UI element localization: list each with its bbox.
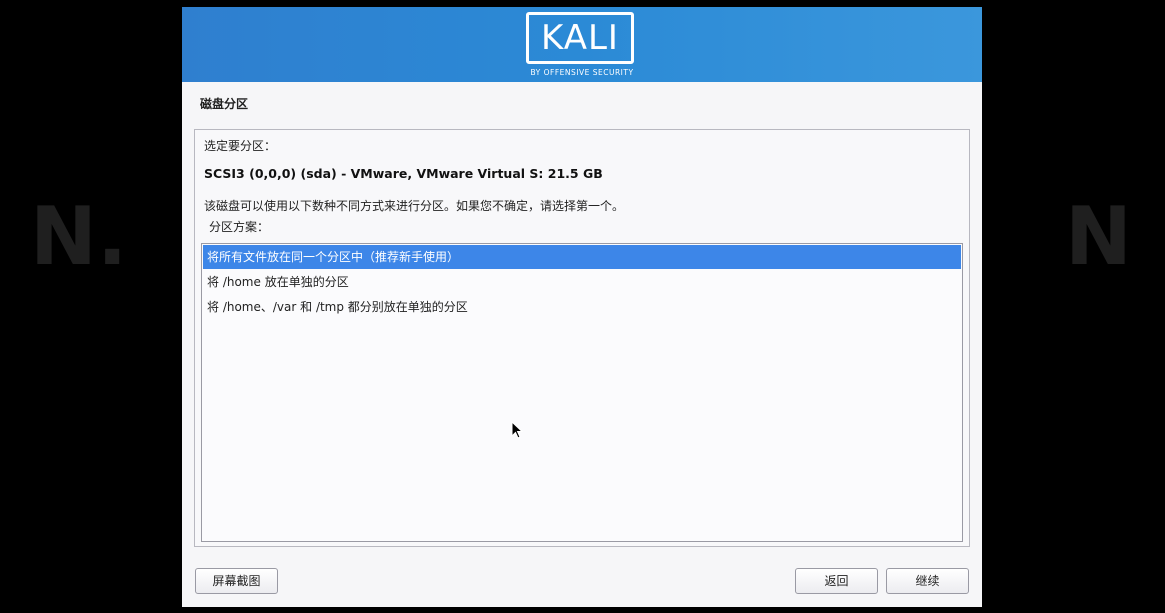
partition-panel: 选定要分区： SCSI3 (0,0,0) (sda) - VMware, VMw… bbox=[194, 129, 970, 547]
mouse-cursor-icon bbox=[511, 421, 523, 439]
page-title: 磁盘分区 bbox=[200, 97, 249, 111]
kali-logo: KALI bbox=[526, 12, 634, 64]
description-text: 该磁盘可以使用以下数种不同方式来进行分区。如果您不确定，请选择第一个。 bbox=[204, 199, 625, 213]
scheme-label: 分区方案： bbox=[209, 220, 270, 234]
screenshot-button[interactable]: 屏幕截图 bbox=[195, 568, 278, 594]
watermark-left: N. bbox=[30, 190, 128, 283]
scheme-option-all-in-one[interactable]: 将所有文件放在同一个分区中（推荐新手使用） bbox=[203, 245, 961, 269]
kali-logo-subtitle: BY OFFENSIVE SECURITY bbox=[530, 68, 634, 77]
back-button[interactable]: 返回 bbox=[795, 568, 878, 594]
kali-banner: KALI BY OFFENSIVE SECURITY bbox=[182, 7, 982, 82]
disk-label: SCSI3 (0,0,0) (sda) - VMware, VMware Vir… bbox=[204, 166, 603, 181]
select-prompt: 选定要分区： bbox=[204, 139, 277, 153]
scheme-listbox[interactable]: 将所有文件放在同一个分区中（推荐新手使用） 将 /home 放在单独的分区 将 … bbox=[201, 243, 963, 542]
continue-button[interactable]: 继续 bbox=[886, 568, 969, 594]
installer-window: KALI BY OFFENSIVE SECURITY 磁盘分区 选定要分区： S… bbox=[182, 7, 982, 607]
scheme-option-separate-home[interactable]: 将 /home 放在单独的分区 bbox=[203, 270, 961, 294]
scheme-option-separate-home-var-tmp[interactable]: 将 /home、/var 和 /tmp 都分别放在单独的分区 bbox=[203, 295, 961, 319]
screen: N. N KALI BY OFFENSIVE SECURITY 磁盘分区 选定要… bbox=[0, 0, 1165, 613]
watermark-right: N bbox=[1065, 190, 1132, 283]
